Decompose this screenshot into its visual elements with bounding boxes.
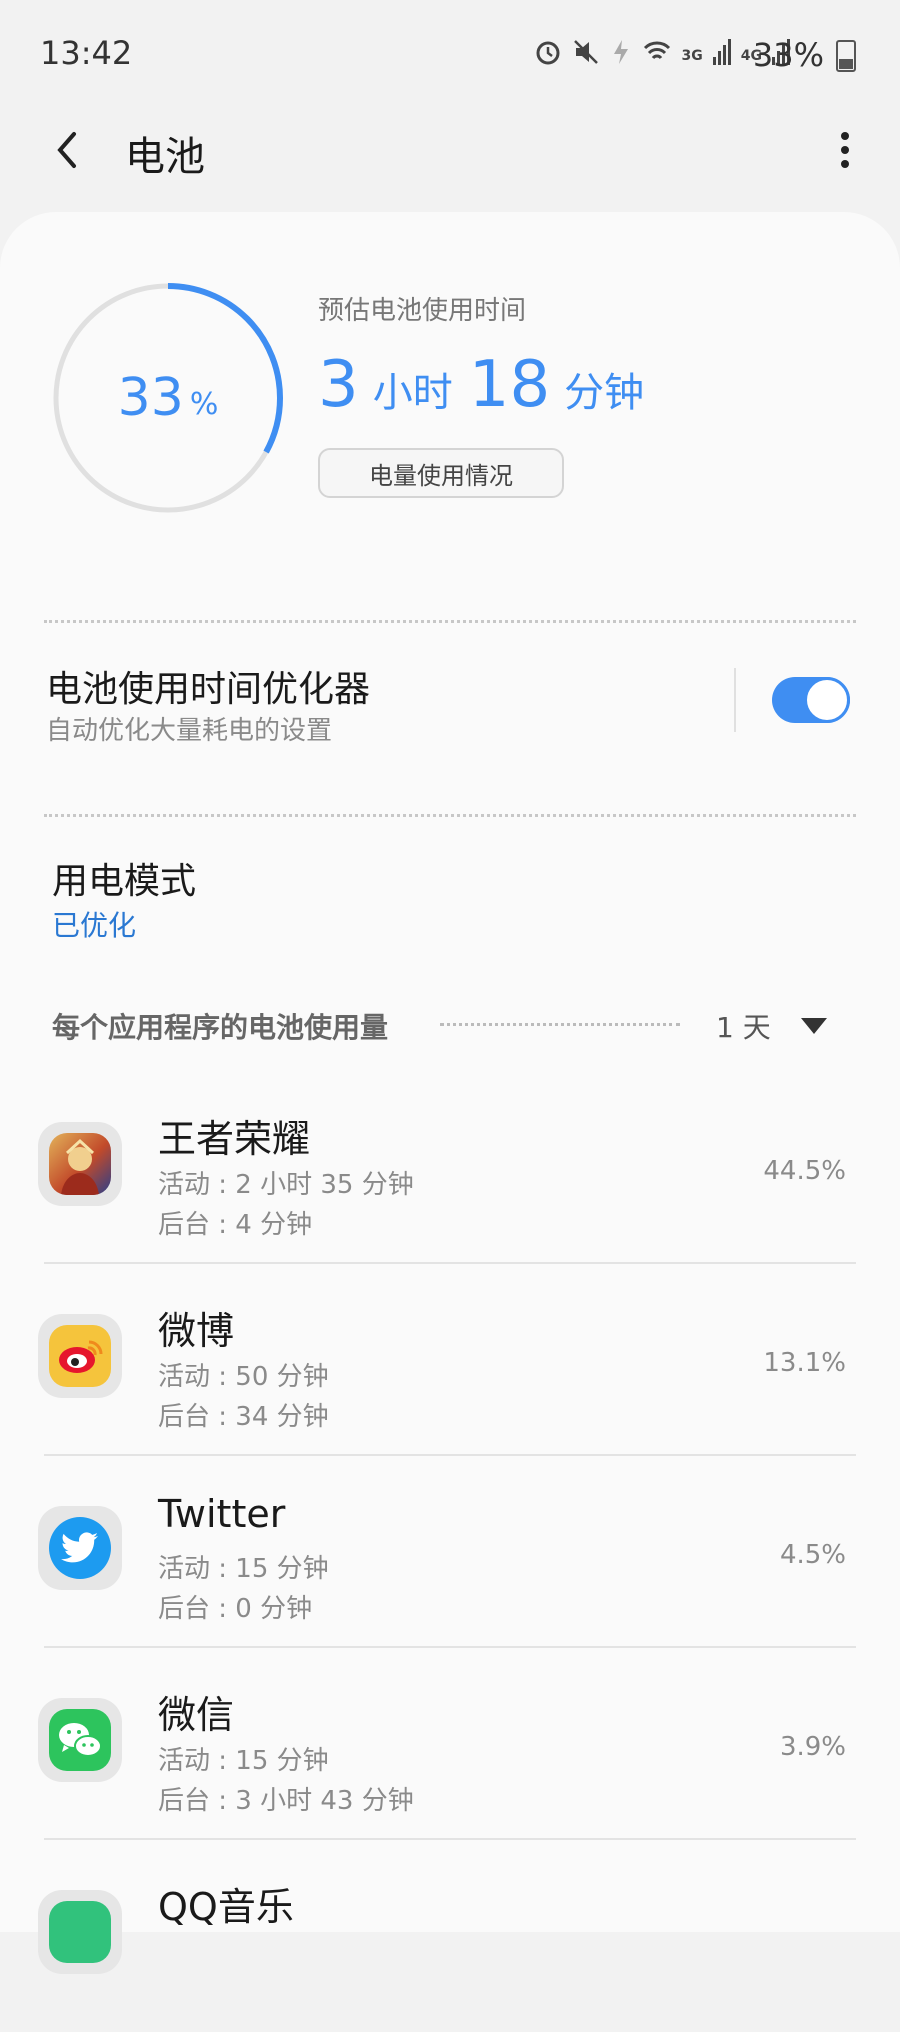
dropdown-arrow-icon — [800, 1018, 827, 1034]
battery-percent-unit: % — [189, 386, 219, 422]
optimizer-title: 电池使用时间优化器 — [46, 669, 371, 710]
app-row[interactable]: 微信 活动 : 15 分钟 后台 : 3 小时 43 分钟 3.9% — [0, 1650, 900, 1840]
data-saver-icon — [610, 38, 632, 73]
app-row[interactable]: 王者荣耀 活动 : 2 小时 35 分钟 后台 : 4 分钟 44.5% — [0, 1074, 900, 1264]
app-row[interactable]: Twitter 活动 : 15 分钟 后台 : 0 分钟 4.5% — [0, 1458, 900, 1648]
app-row[interactable]: 微博 活动 : 50 分钟 后台 : 34 分钟 13.1% — [0, 1266, 900, 1456]
optimizer-subtitle: 自动优化大量耗电的设置 — [46, 716, 333, 746]
per-app-usage-header: 每个应用程序的电池使用量 — [52, 1011, 389, 1044]
period-value: 1 天 — [716, 1011, 771, 1044]
back-arrow-icon — [57, 132, 76, 168]
power-mode-value: 已优化 — [52, 909, 137, 942]
back-button[interactable] — [48, 124, 88, 176]
app-icon-frame — [38, 1890, 122, 1974]
toggle-knob — [804, 677, 850, 723]
row-divider — [44, 1262, 856, 1264]
alarm-icon — [534, 38, 562, 73]
battery-card: 33 % 预估电池使用时间 3 小时 18 分钟 电量使用情况 电池使用时间优化… — [0, 212, 900, 1974]
app-icon-frame — [38, 1314, 122, 1398]
status-time: 13:42 — [40, 34, 133, 72]
app-usage-percent: 44.5% — [763, 1156, 846, 1186]
signal-bars-icon — [712, 39, 731, 72]
app-icon-frame — [38, 1698, 122, 1782]
page-title: 电池 — [125, 134, 205, 180]
battery-icon — [836, 40, 856, 72]
app-active-time: 活动 : 2 小时 35 分钟 — [158, 1170, 414, 1200]
vertical-divider — [734, 668, 736, 732]
app-row[interactable]: QQ音乐 — [0, 1842, 900, 2032]
status-battery-percent: 33% — [752, 36, 824, 74]
battery-percent-display: 33 % — [50, 280, 286, 516]
estimate-hours: 3 — [318, 348, 359, 422]
status-icons: 3G 4G — [534, 38, 790, 73]
battery-percent: 33 — [117, 368, 184, 428]
estimate-label: 预估电池使用时间 — [318, 296, 527, 326]
app-usage-percent: 3.9% — [779, 1732, 846, 1762]
app-active-time: 活动 : 15 分钟 — [158, 1554, 329, 1584]
row-divider — [44, 1838, 856, 1840]
app-name: 微信 — [158, 1693, 235, 1737]
app-background-time: 后台 : 3 小时 43 分钟 — [158, 1786, 414, 1816]
app-name: 微博 — [158, 1309, 235, 1353]
estimate-minutes-unit: 分钟 — [564, 370, 645, 416]
header-dots — [440, 1023, 680, 1026]
battery-usage-button[interactable]: 电量使用情况 — [318, 448, 564, 498]
wifi-icon — [642, 38, 672, 73]
app-name: 王者荣耀 — [158, 1117, 311, 1161]
mute-icon — [572, 38, 600, 73]
app-icon-frame — [38, 1506, 122, 1590]
divider — [44, 620, 856, 623]
app-active-time: 活动 : 50 分钟 — [158, 1362, 329, 1392]
app-active-time: 活动 : 15 分钟 — [158, 1746, 329, 1776]
more-options-button[interactable] — [830, 128, 860, 176]
row-divider — [44, 1454, 856, 1456]
status-bar: 13:42 3G 4G 33% — [0, 0, 900, 110]
weibo-icon — [49, 1325, 111, 1387]
app-background-time: 后台 : 34 分钟 — [158, 1402, 329, 1432]
period-dropdown[interactable]: 1 天 — [716, 1006, 827, 1046]
app-name: QQ音乐 — [158, 1885, 294, 1929]
estimate-minutes: 18 — [468, 348, 551, 422]
3g-signal-icon: 3G — [681, 47, 703, 64]
app-name: Twitter — [158, 1492, 286, 1536]
wechat-icon — [49, 1709, 111, 1771]
estimate-time: 3 小时 18 分钟 — [318, 348, 660, 422]
twitter-icon — [49, 1517, 111, 1579]
app-icon-frame — [38, 1122, 122, 1206]
honor-of-kings-icon — [49, 1133, 111, 1195]
power-mode-title[interactable]: 用电模式 — [52, 852, 196, 904]
app-background-time: 后台 : 4 分钟 — [158, 1210, 313, 1240]
divider — [44, 814, 856, 817]
app-usage-percent: 13.1% — [763, 1348, 846, 1378]
more-vert-icon — [841, 132, 849, 140]
app-background-time: 后台 : 0 分钟 — [158, 1594, 313, 1624]
row-divider — [44, 1646, 856, 1648]
estimate-hours-unit: 小时 — [372, 370, 453, 416]
app-bar: 电池 — [0, 110, 900, 190]
optimizer-toggle[interactable] — [772, 677, 850, 723]
qq-music-icon — [49, 1901, 111, 1963]
app-usage-percent: 4.5% — [779, 1540, 846, 1570]
